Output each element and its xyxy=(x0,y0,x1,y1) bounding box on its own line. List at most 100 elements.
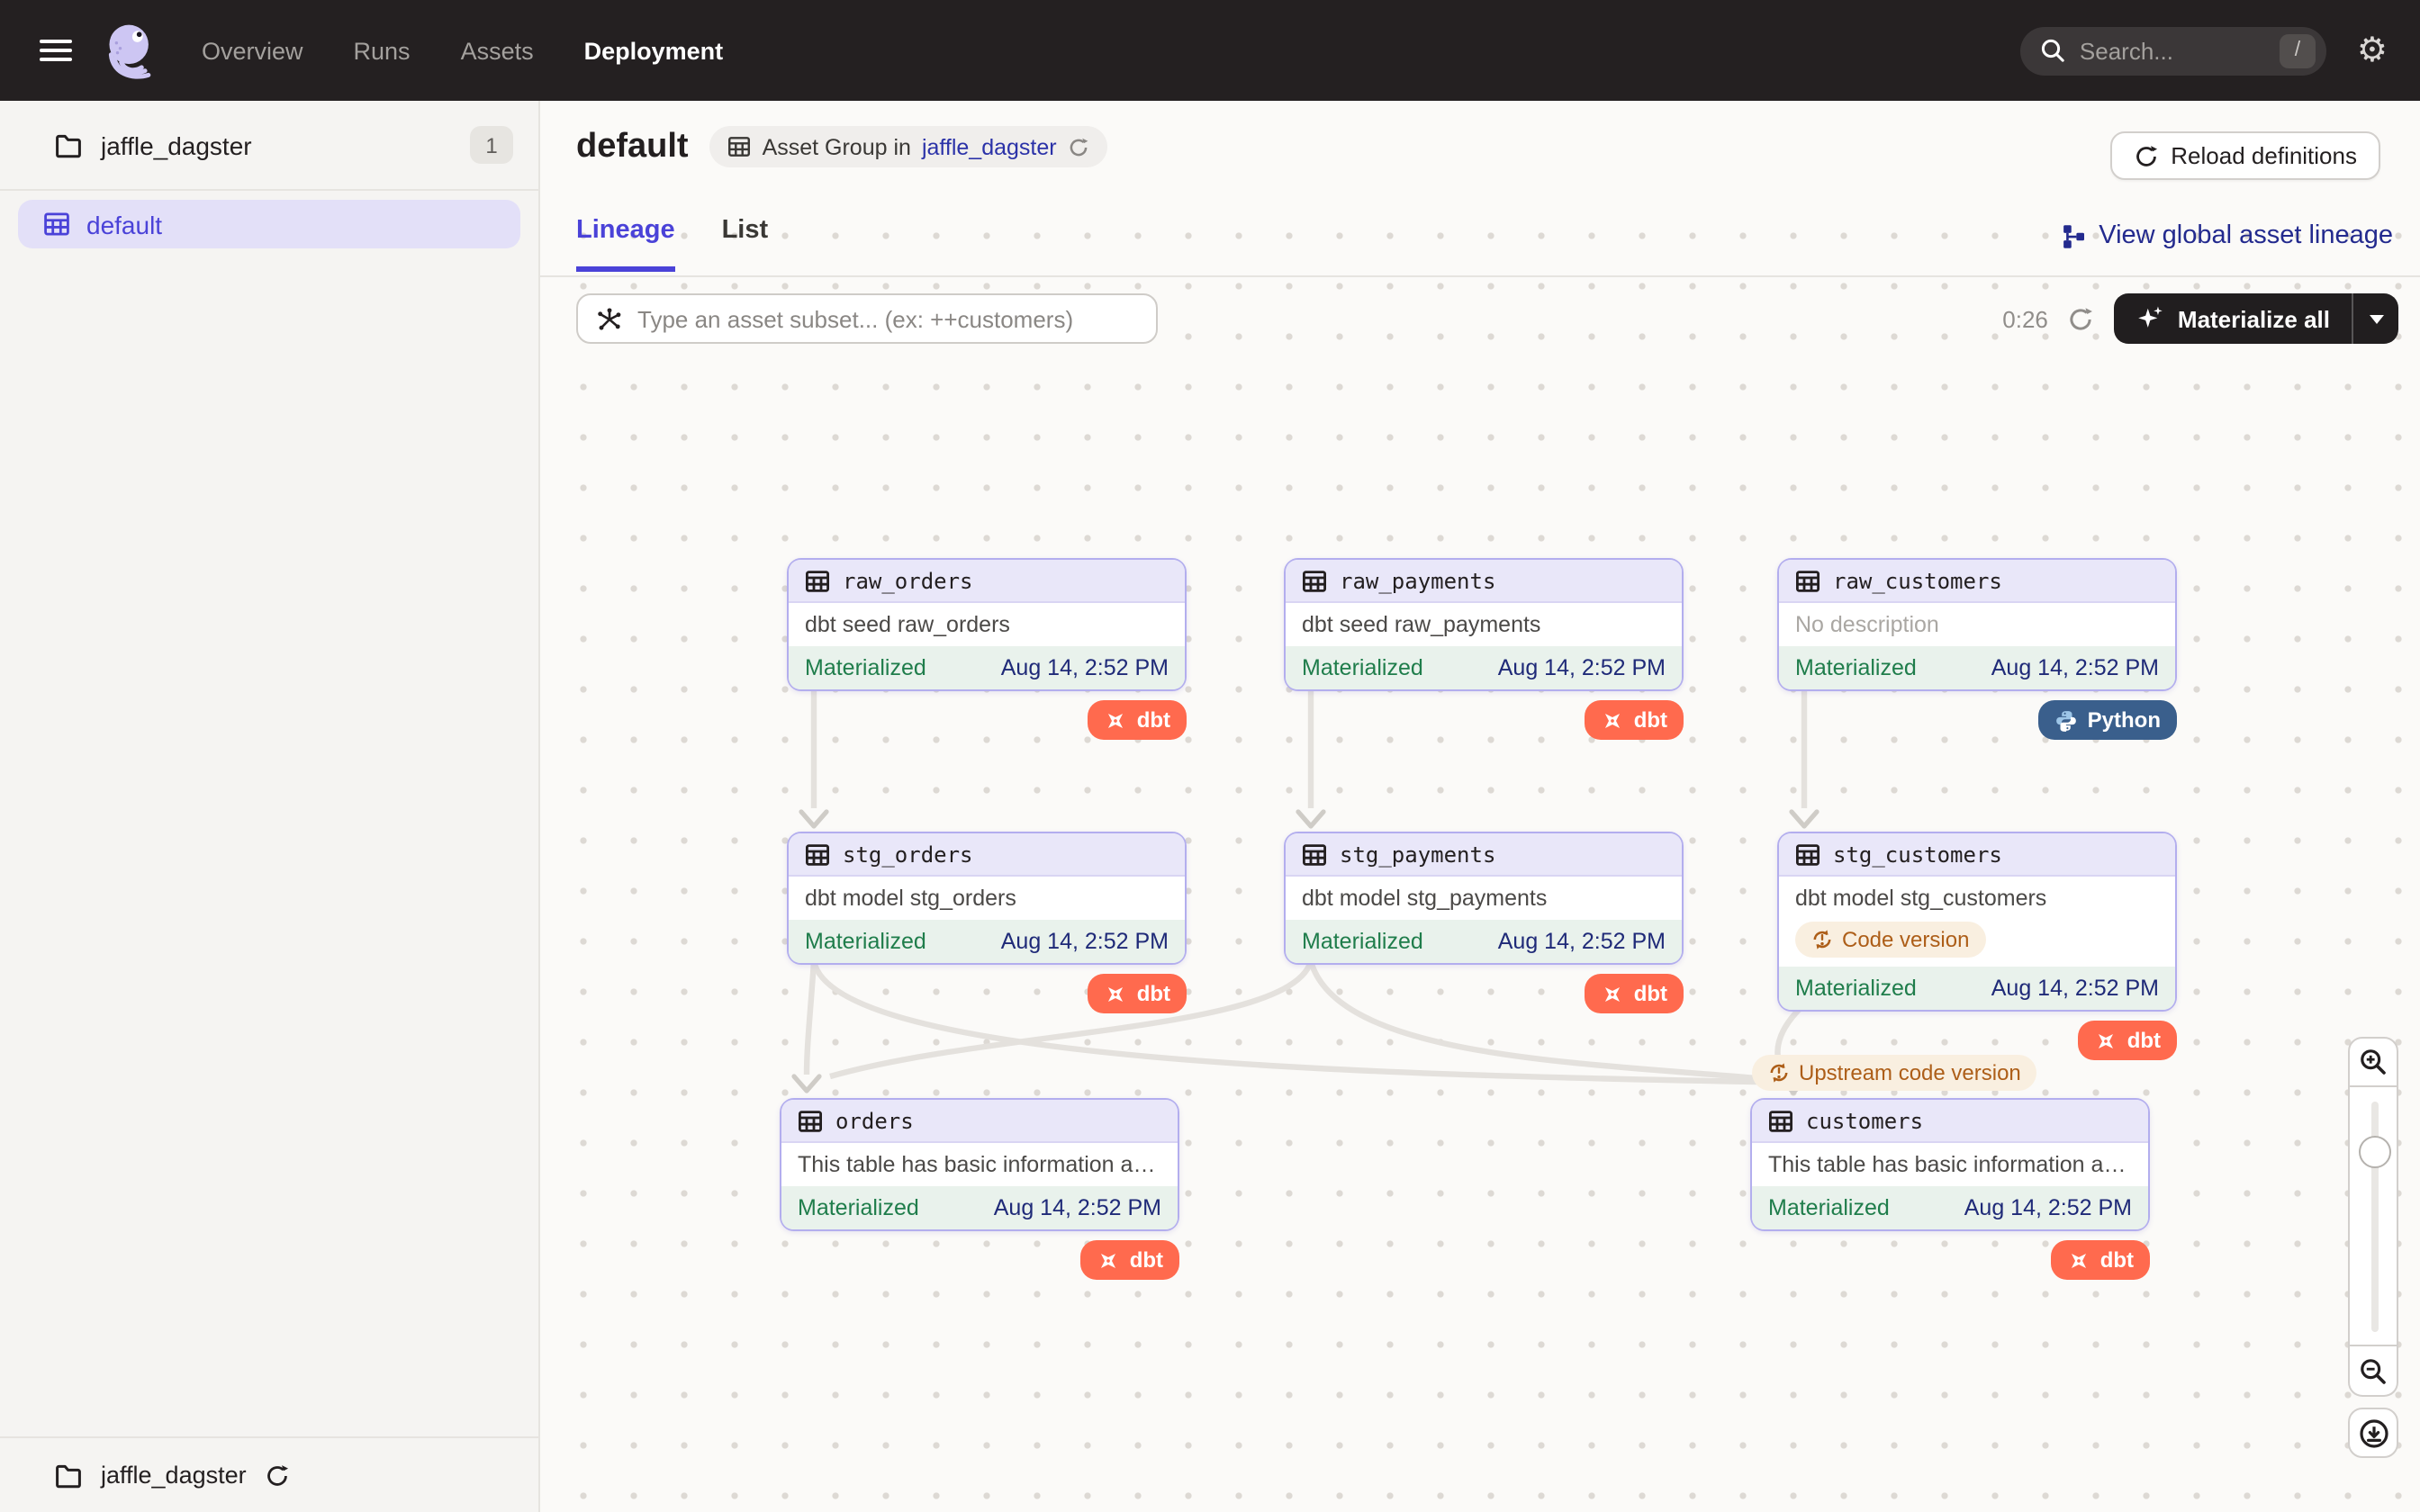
asset-description: dbt model stg_customers xyxy=(1779,877,2175,920)
dagster-logo-icon[interactable] xyxy=(101,20,162,81)
badge-label: dbt xyxy=(2100,1247,2134,1273)
upstream-code-version-label: Upstream code version xyxy=(1799,1060,2021,1085)
dbt-logo-icon xyxy=(1602,982,1625,1005)
dbt-logo-icon xyxy=(1105,982,1128,1005)
asset-node-orders[interactable]: orders This table has basic information … xyxy=(780,1098,1179,1231)
group-count-badge: 1 xyxy=(470,126,513,164)
asset-status-row: Materialized Aug 14, 2:52 PM xyxy=(1779,646,2175,689)
asset-description: dbt seed raw_payments xyxy=(1286,603,1682,646)
asset-status: Materialized xyxy=(1795,976,1917,1001)
sidebar-item-default[interactable]: default xyxy=(18,200,520,248)
dbt-logo-icon xyxy=(1105,708,1128,732)
asset-node-stg_orders[interactable]: stg_orders dbt model stg_orders Material… xyxy=(787,832,1187,965)
asset-node-header: orders xyxy=(781,1100,1178,1143)
zoom-in-button[interactable] xyxy=(2348,1037,2398,1087)
asset-node-header: raw_orders xyxy=(789,560,1185,603)
table-icon xyxy=(1795,842,1820,867)
code-version-label: Code version xyxy=(1842,927,1969,952)
asset-name: stg_payments xyxy=(1340,842,1495,867)
asset-timestamp: Aug 14, 2:52 PM xyxy=(1498,655,1666,680)
nav-item-overview[interactable]: Overview xyxy=(202,37,303,64)
asset-description: dbt model stg_orders xyxy=(789,877,1185,920)
download-graph-button[interactable] xyxy=(2348,1408,2398,1458)
folder-icon xyxy=(54,130,83,159)
table-icon xyxy=(1302,568,1327,593)
badge-label: Python xyxy=(2088,707,2161,733)
asset-name: raw_customers xyxy=(1833,568,2002,593)
table-icon xyxy=(805,842,830,867)
asset-node-header: stg_orders xyxy=(789,833,1185,877)
badge-label: dbt xyxy=(1130,1247,1163,1273)
nav-links: Overview Runs Assets Deployment xyxy=(202,37,723,64)
dbt-badge: dbt xyxy=(1585,974,1684,1013)
top-nav: Overview Runs Assets Deployment Search..… xyxy=(0,0,2420,101)
badge-label: dbt xyxy=(1137,707,1170,733)
asset-node-raw_payments[interactable]: raw_payments dbt seed raw_payments Mater… xyxy=(1284,558,1684,691)
dbt-logo-icon xyxy=(1097,1248,1121,1272)
asset-description: This table has basic information about .… xyxy=(1752,1143,2148,1186)
asset-node-raw_orders[interactable]: raw_orders dbt seed raw_orders Materiali… xyxy=(787,558,1187,691)
zoom-out-button[interactable] xyxy=(2348,1346,2398,1397)
asset-timestamp: Aug 14, 2:52 PM xyxy=(1991,655,2159,680)
asset-node-stg_payments[interactable]: stg_payments dbt model stg_payments Mate… xyxy=(1284,832,1684,965)
asset-name: orders xyxy=(835,1108,914,1133)
badge-label: dbt xyxy=(1634,981,1667,1006)
dbt-badge: dbt xyxy=(2079,1021,2177,1060)
asset-name: stg_orders xyxy=(843,842,973,867)
asset-node-customers[interactable]: customers This table has basic informati… xyxy=(1750,1098,2150,1231)
search-shortcut-key: / xyxy=(2280,33,2316,68)
code-version-sync-icon xyxy=(1768,1062,1790,1084)
dagster-app: Overview Runs Assets Deployment Search..… xyxy=(0,0,2420,1512)
asset-node-raw_customers[interactable]: raw_customers No description Materialize… xyxy=(1777,558,2177,691)
asset-status-row: Materialized Aug 14, 2:52 PM xyxy=(789,920,1185,963)
asset-node-stg_customers[interactable]: stg_customers dbt model stg_customers Co… xyxy=(1777,832,2177,1012)
asset-status-row: Materialized Aug 14, 2:52 PM xyxy=(789,646,1185,689)
sidebar-group-label: jaffle_dagster xyxy=(101,130,252,159)
asset-node-header: stg_payments xyxy=(1286,833,1682,877)
code-version-tag: Code version xyxy=(1795,922,1985,958)
asset-status: Materialized xyxy=(805,929,926,954)
asset-tags: Code version xyxy=(1779,920,2175,967)
asset-status-row: Materialized Aug 14, 2:52 PM xyxy=(781,1186,1178,1229)
asset-name: customers xyxy=(1806,1108,1923,1133)
dbt-badge: dbt xyxy=(1081,1240,1179,1280)
asset-timestamp: Aug 14, 2:52 PM xyxy=(1001,655,1169,680)
menu-icon[interactable] xyxy=(40,39,72,62)
nav-item-runs[interactable]: Runs xyxy=(354,37,411,64)
search-input[interactable]: Search... / xyxy=(2020,26,2326,75)
zoom-slider[interactable] xyxy=(2348,1087,2398,1346)
sidebar-footer-repo: jaffle_dagster xyxy=(0,1436,538,1512)
python-logo-icon xyxy=(2055,708,2079,732)
asset-node-header: stg_customers xyxy=(1779,833,2175,877)
asset-status: Materialized xyxy=(1302,929,1423,954)
nav-item-deployment[interactable]: Deployment xyxy=(584,37,724,64)
asset-name: raw_orders xyxy=(843,568,973,593)
gear-icon[interactable]: ⚙ xyxy=(2357,33,2388,68)
main-panel: default Asset Group in jaffle_dagster Re… xyxy=(540,101,2420,1512)
asset-status-row: Materialized Aug 14, 2:52 PM xyxy=(1752,1186,2148,1229)
asset-description: No description xyxy=(1779,603,2175,646)
badge-label: dbt xyxy=(2127,1028,2161,1053)
sidebar-item-label: default xyxy=(86,210,162,238)
zoom-slider-handle[interactable] xyxy=(2359,1136,2391,1168)
asset-description: dbt seed raw_orders xyxy=(789,603,1185,646)
asset-status: Materialized xyxy=(1302,655,1423,680)
asset-status-row: Materialized Aug 14, 2:52 PM xyxy=(1286,646,1682,689)
asset-status: Materialized xyxy=(1768,1195,1890,1220)
nav-item-assets[interactable]: Assets xyxy=(461,37,534,64)
zoom-controls xyxy=(2348,1037,2398,1397)
reload-repo-icon[interactable] xyxy=(265,1462,290,1488)
asset-node-header: customers xyxy=(1752,1100,2148,1143)
repo-label: jaffle_dagster xyxy=(101,1462,247,1489)
folder-icon xyxy=(54,1461,83,1490)
asset-timestamp: Aug 14, 2:52 PM xyxy=(1001,929,1169,954)
sidebar-group-jaffle-dagster[interactable]: jaffle_dagster 1 xyxy=(0,101,538,191)
dbt-badge: dbt xyxy=(2052,1240,2150,1280)
python-badge: Python xyxy=(2039,700,2177,740)
lineage-edges xyxy=(540,101,2420,1512)
badge-label: dbt xyxy=(1634,707,1667,733)
asset-timestamp: Aug 14, 2:52 PM xyxy=(1964,1195,2132,1220)
dbt-logo-icon xyxy=(1602,708,1625,732)
table-icon xyxy=(1795,568,1820,593)
table-icon xyxy=(798,1108,823,1133)
